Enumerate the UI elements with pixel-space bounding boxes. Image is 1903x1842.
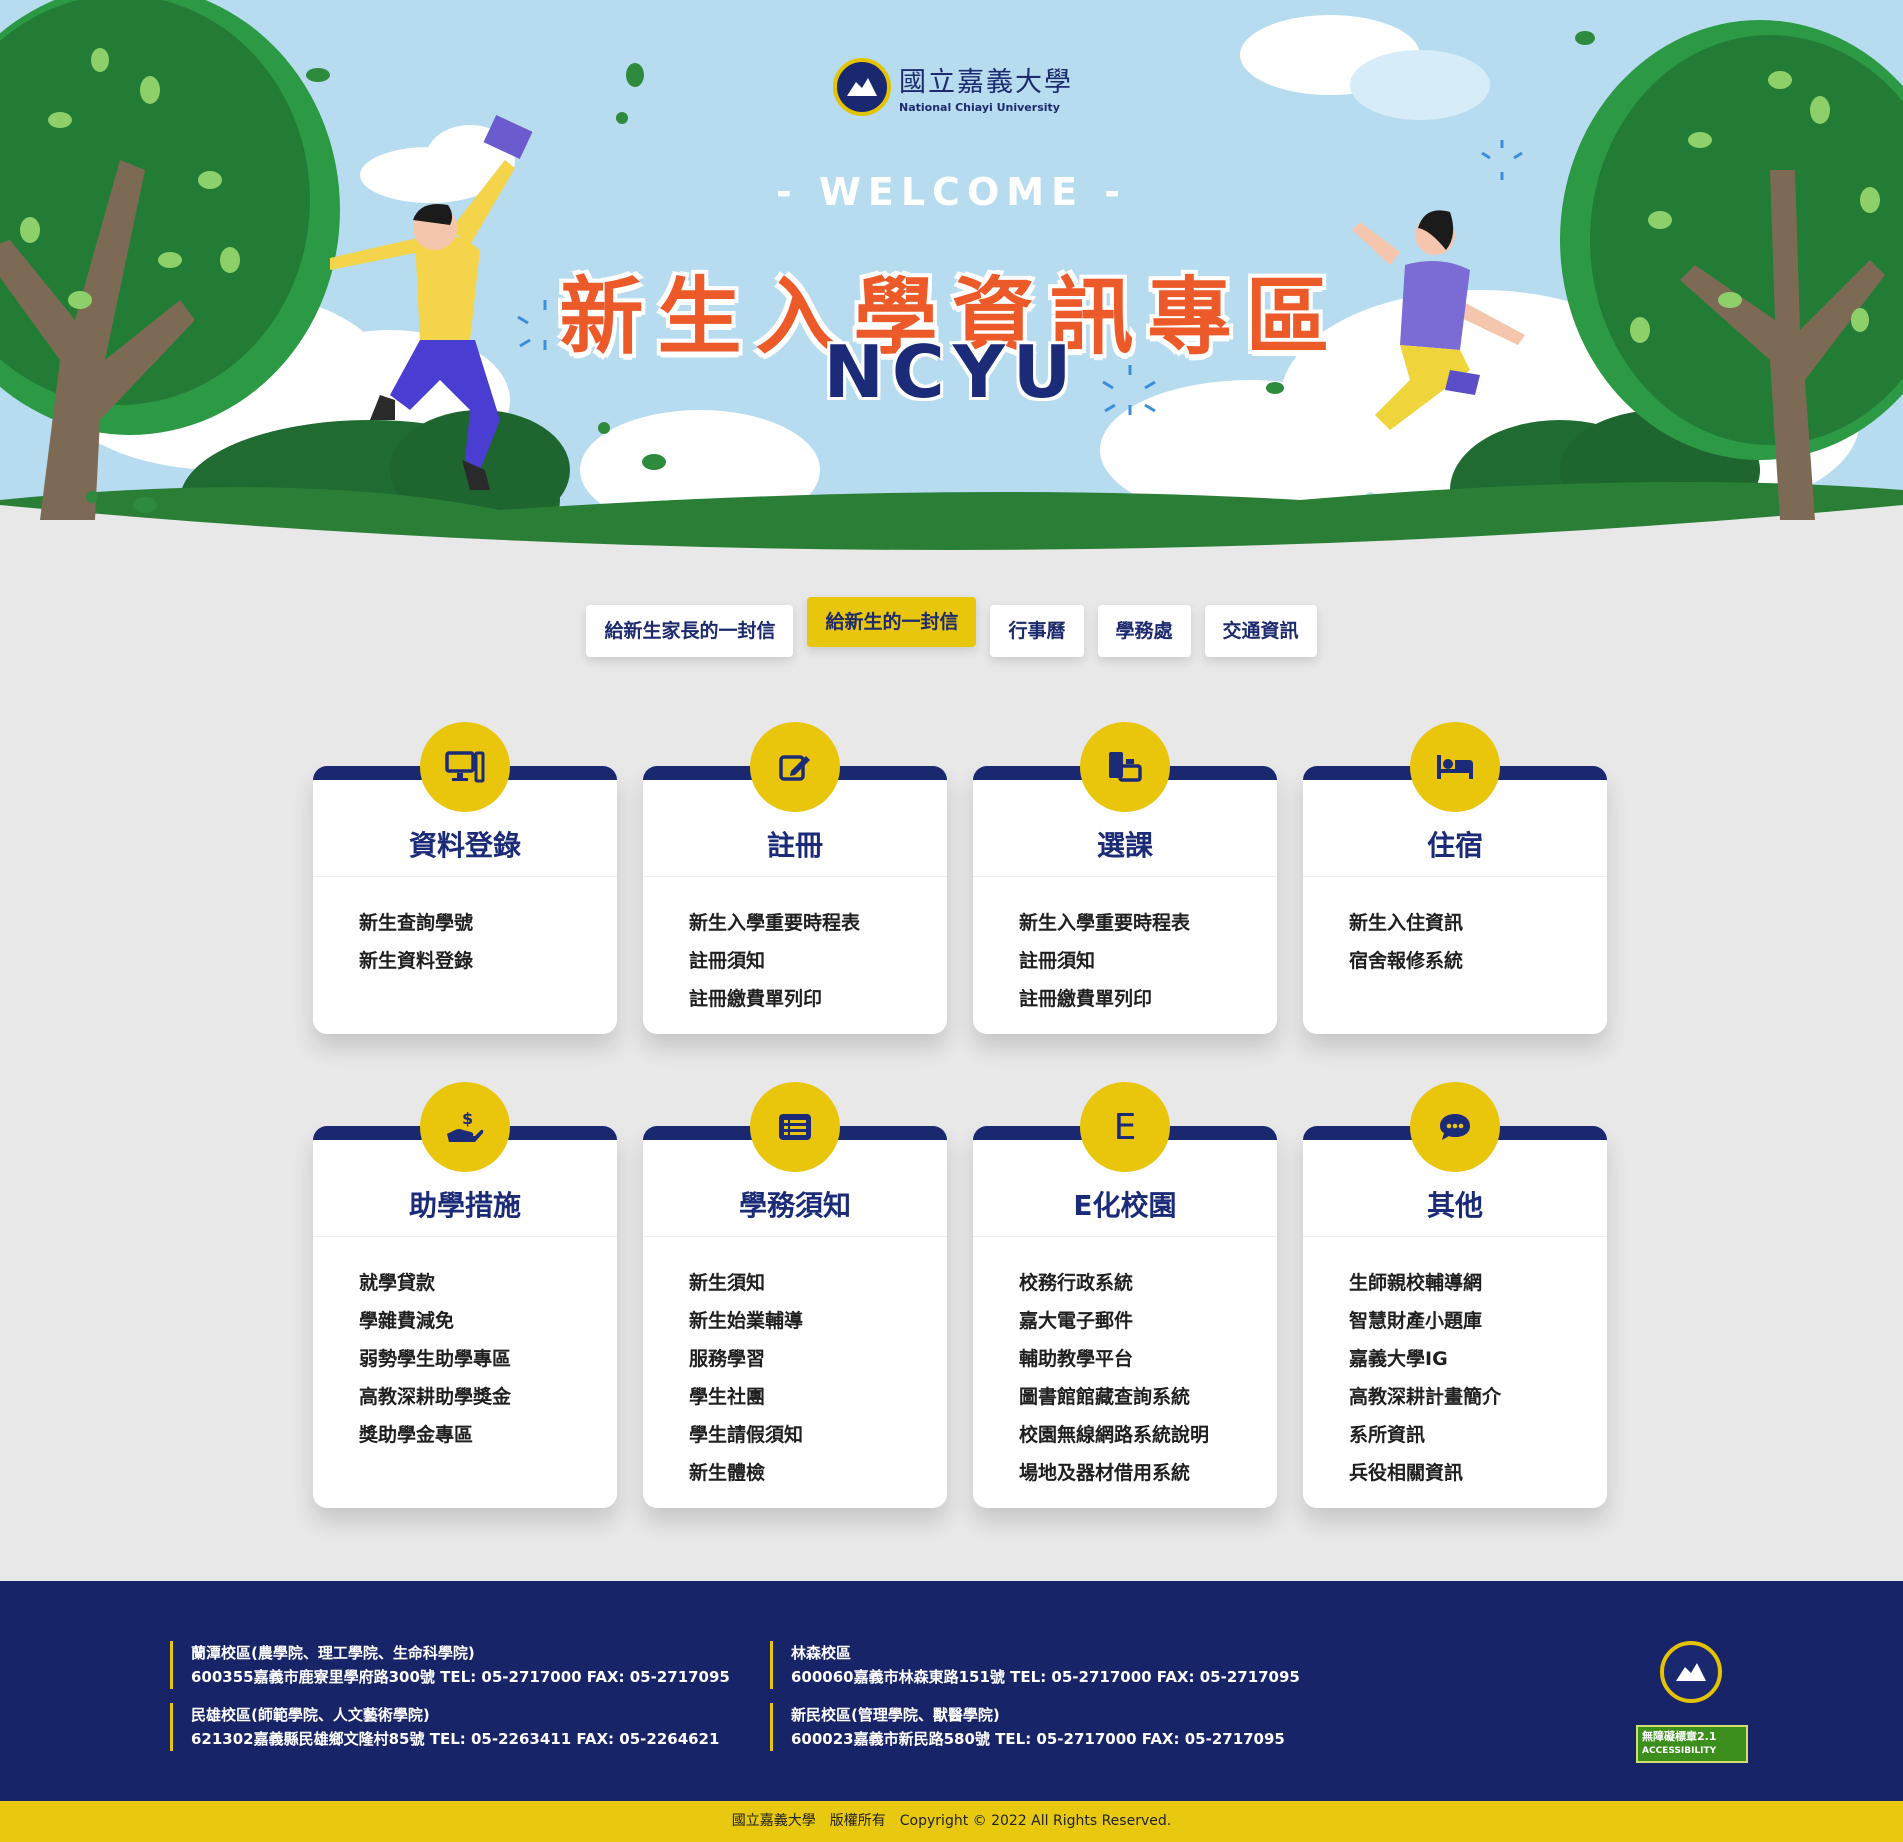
card-others: 其他 生師親校輔導網 智慧財產小題庫 嘉義大學IG 高教深耕計畫簡介 系所資訊 … [1303, 1082, 1607, 1508]
tab-letter-to-parents[interactable]: 給新生家長的一封信 [586, 605, 794, 657]
card-title: 選課 [1096, 829, 1153, 862]
card-title: 學務須知 [738, 1189, 851, 1222]
card-course-selection: 選課 新生入學重要時程表 註冊須知 註冊繳費單列印 [973, 722, 1277, 1034]
letter-e-icon: E [1080, 1082, 1170, 1172]
logo-name-en: National Chiayi University [899, 101, 1060, 114]
university-seal-icon [833, 58, 891, 116]
campus-name: 林森校區 [791, 1644, 852, 1662]
campus-address: 600355嘉義市鹿寮里學府路300號 TEL: 05-2717000 FAX:… [191, 1668, 730, 1686]
card-link[interactable]: 嘉義大學IG [1349, 1340, 1501, 1378]
svg-text:$: $ [462, 1109, 473, 1128]
campus-name: 新民校區(管理學院、獸醫學院) [791, 1706, 1000, 1724]
card-link[interactable]: 學生請假須知 [689, 1416, 803, 1454]
tab-letter-to-freshmen[interactable]: 給新生的一封信 [807, 597, 977, 647]
card-title: 住宿 [1426, 829, 1483, 862]
card-link[interactable]: 智慧財產小題庫 [1349, 1302, 1501, 1340]
card-link[interactable]: 弱勢學生助學專區 [359, 1340, 511, 1378]
tab-traffic-info[interactable]: 交通資訊 [1204, 605, 1317, 657]
card-link[interactable]: 校園無線網路系統說明 [1019, 1416, 1209, 1454]
card-link[interactable]: 校務行政系統 [1019, 1264, 1209, 1302]
card-link[interactable]: 新生入住資訊 [1349, 904, 1463, 942]
card-link[interactable]: 新生體檢 [689, 1454, 803, 1492]
card-e-campus: E E化校園 校務行政系統 嘉大電子郵件 輔助教學平台 圖書館館藏查詢系統 校園… [973, 1082, 1277, 1508]
card-link[interactable]: 註冊須知 [689, 942, 860, 980]
bed-icon [1410, 722, 1500, 812]
campus-lantan: 蘭潭校區(農學院、理工學院、生命科學院) 600355嘉義市鹿寮里學府路300號… [170, 1641, 730, 1689]
footer-seal-icon [1660, 1641, 1722, 1703]
card-link[interactable]: 生師親校輔導網 [1349, 1264, 1501, 1302]
card-link[interactable]: 就學貸款 [359, 1264, 511, 1302]
card-link[interactable]: 新生資料登錄 [359, 942, 473, 980]
card-registration: 註冊 新生入學重要時程表 註冊須知 註冊繳費單列印 [643, 722, 947, 1034]
quick-links-bar: 給新生家長的一封信 給新生的一封信 行事曆 學務處 交通資訊 [0, 597, 1903, 657]
card-link[interactable]: 宿舍報修系統 [1349, 942, 1463, 980]
computer-icon [420, 722, 510, 812]
campus-address: 600023嘉義市新民路580號 TEL: 05-2717000 FAX: 05… [791, 1730, 1285, 1748]
copyright-text: 國立嘉義大學 版權所有 Copyright © 2022 All Rights … [731, 1813, 1172, 1829]
campus-sinmin: 新民校區(管理學院、獸醫學院) 600023嘉義市新民路580號 TEL: 05… [770, 1703, 1285, 1751]
card-link[interactable]: 圖書館館藏查詢系統 [1019, 1378, 1209, 1416]
card-link[interactable]: 獎助學金專區 [359, 1416, 511, 1454]
card-link[interactable]: 輔助教學平台 [1019, 1340, 1209, 1378]
copyright-bar: 國立嘉義大學 版權所有 Copyright © 2022 All Rights … [0, 1801, 1903, 1842]
card-link[interactable]: 學生社團 [689, 1378, 803, 1416]
card-link[interactable]: 註冊繳費單列印 [1019, 980, 1190, 1018]
card-link[interactable]: 註冊須知 [1019, 942, 1190, 980]
chat-icon [1410, 1082, 1500, 1172]
footer: 蘭潭校區(農學院、理工學院、生命科學院) 600355嘉義市鹿寮里學府路300號… [0, 1581, 1903, 1801]
hero-banner: 國立嘉義大學 National Chiayi University - WELC… [0, 0, 1903, 560]
card-title: 其他 [1426, 1189, 1483, 1222]
card-link[interactable]: 註冊繳費單列印 [689, 980, 860, 1018]
edit-icon [750, 722, 840, 812]
page-subtitle: NCYU [823, 330, 1080, 414]
card-link[interactable]: 高教深耕助學獎金 [359, 1378, 511, 1416]
card-title: E化校園 [1073, 1189, 1177, 1222]
card-title: 註冊 [766, 829, 823, 862]
card-link[interactable]: 場地及器材借用系統 [1019, 1454, 1209, 1492]
campus-address: 600060嘉義市林森東路151號 TEL: 05-2717000 FAX: 0… [791, 1668, 1300, 1686]
logo-name-zh: 國立嘉義大學 [899, 67, 1073, 98]
card-link[interactable]: 新生入學重要時程表 [689, 904, 860, 942]
campus-minsyong: 民雄校區(師範學院、人文藝術學院) 621302嘉義縣民雄鄉文隆村85號 TEL… [170, 1703, 719, 1751]
card-title: 資料登錄 [408, 829, 521, 862]
campus-linsen: 林森校區 600060嘉義市林森東路151號 TEL: 05-2717000 F… [770, 1641, 1300, 1689]
card-housing: 住宿 新生入住資訊 宿舍報修系統 [1303, 722, 1607, 1034]
card-financial-aid: $ 助學措施 就學貸款 學雜費減免 弱勢學生助學專區 高教深耕助學獎金 獎助學金… [313, 1082, 617, 1508]
card-title: 助學措施 [408, 1189, 521, 1222]
campus-address: 621302嘉義縣民雄鄉文隆村85號 TEL: 05-2263411 FAX: … [191, 1730, 720, 1748]
card-link[interactable]: 學雜費減免 [359, 1302, 511, 1340]
list-icon [750, 1082, 840, 1172]
card-link[interactable]: 嘉大電子郵件 [1019, 1302, 1209, 1340]
course-select-icon [1080, 722, 1170, 812]
card-link[interactable]: 兵役相關資訊 [1349, 1454, 1501, 1492]
university-logo[interactable]: 國立嘉義大學 National Chiayi University [833, 58, 1073, 116]
welcome-text: - WELCOME - [775, 170, 1128, 214]
card-link[interactable]: 新生須知 [689, 1264, 803, 1302]
card-link[interactable]: 系所資訊 [1349, 1416, 1501, 1454]
accessibility-badge[interactable]: 無障礙標章2.1 ACCESSIBILITY [1636, 1725, 1748, 1763]
campus-name: 蘭潭校區(農學院、理工學院、生命科學院) [191, 1644, 475, 1662]
card-student-affairs: 學務須知 新生須知 新生始業輔導 服務學習 學生社團 學生請假須知 新生體檢 [643, 1082, 947, 1508]
tab-student-affairs[interactable]: 學務處 [1097, 605, 1191, 657]
card-link[interactable]: 新生查詢學號 [359, 904, 473, 942]
card-link[interactable]: 服務學習 [689, 1340, 803, 1378]
card-data-registration: 資料登錄 新生查詢學號 新生資料登錄 [313, 722, 617, 1034]
tab-calendar[interactable]: 行事曆 [990, 605, 1084, 657]
hand-money-icon: $ [420, 1082, 510, 1172]
card-link[interactable]: 高教深耕計畫簡介 [1349, 1378, 1501, 1416]
card-link[interactable]: 新生始業輔導 [689, 1302, 803, 1340]
card-link[interactable]: 新生入學重要時程表 [1019, 904, 1190, 942]
campus-name: 民雄校區(師範學院、人文藝術學院) [191, 1706, 430, 1724]
